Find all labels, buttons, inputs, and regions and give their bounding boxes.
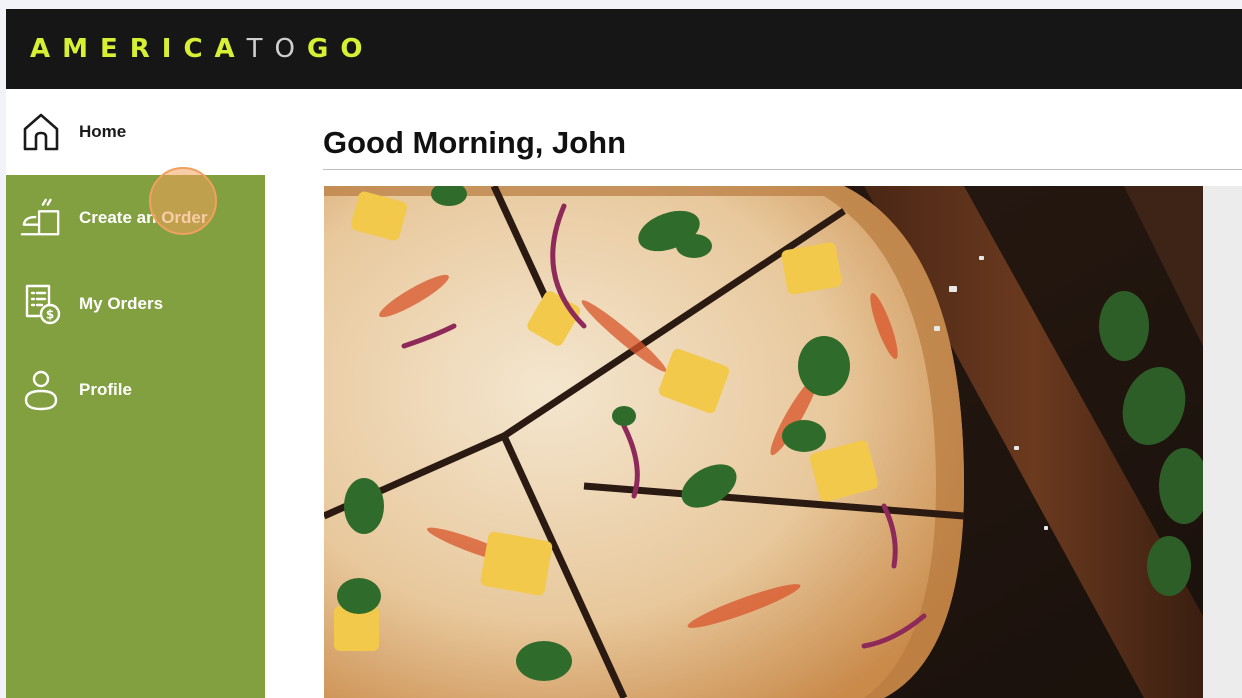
app-header: AMERICATOGO — [6, 9, 1242, 89]
create-order-icon — [20, 197, 62, 239]
sidebar-item-label: Create an Order — [79, 208, 208, 227]
sidebar-item-home[interactable]: Home — [6, 89, 265, 175]
orders-icon: $ — [20, 283, 62, 325]
app-body: Home Create an Order $ My Orders Profile… — [6, 89, 1242, 698]
app-logo[interactable]: AMERICATOGO — [30, 34, 374, 64]
home-icon — [20, 111, 62, 153]
sidebar-item-profile[interactable]: Profile — [6, 347, 265, 433]
sidebar-item-my-orders[interactable]: $ My Orders — [6, 261, 265, 347]
svg-text:$: $ — [46, 308, 54, 322]
page-title: Good Morning, John — [323, 125, 627, 160]
sidebar-item-create-order[interactable]: Create an Order — [6, 175, 265, 261]
sidebar: Create an Order $ My Orders Profile — [6, 175, 265, 698]
hero-image — [324, 186, 1203, 698]
sidebar-item-label: My Orders — [79, 294, 164, 313]
profile-icon — [20, 369, 62, 411]
hero-side-gutter — [1203, 186, 1242, 698]
sidebar-item-label: Profile — [79, 380, 132, 399]
sidebar-item-label: Home — [79, 122, 127, 141]
title-divider — [323, 169, 1242, 170]
